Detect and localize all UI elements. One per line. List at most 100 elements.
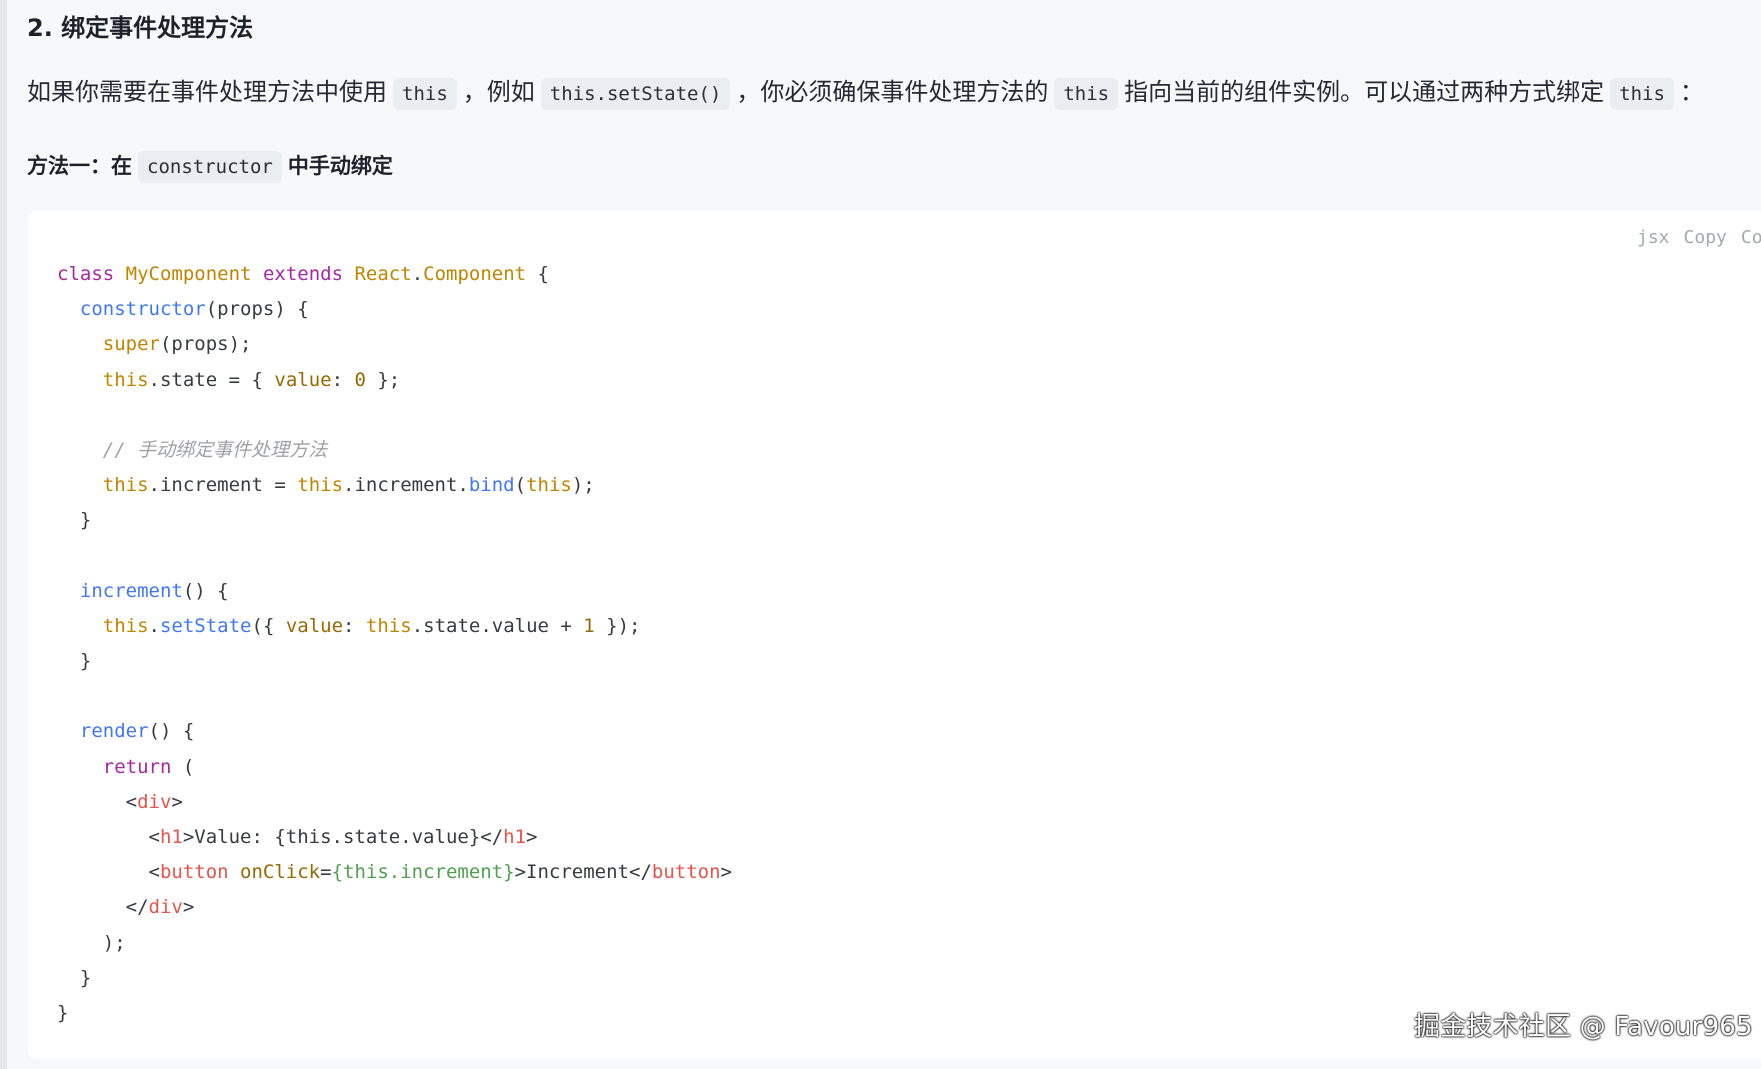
code-toolbar: jsx Copy Co: [1637, 227, 1761, 248]
code-token: this: [365, 614, 412, 637]
code-token: .state = {: [148, 368, 275, 391]
code-token: (: [514, 474, 527, 497]
code-token: () {: [148, 720, 195, 743]
code-line: render() {: [57, 714, 732, 749]
code-token: :: [331, 368, 355, 391]
code-token: }: [57, 1001, 69, 1024]
code-token: :: [343, 614, 366, 637]
code-token: value: [285, 614, 344, 637]
code-token: {: [526, 263, 549, 285]
inline-code-constructor: constructor: [138, 151, 282, 183]
code-token: class: [57, 263, 115, 285]
code-token: h1: [159, 826, 183, 848]
intro-paragraph: 如果你需要在事件处理方法中使用 this ，例如 this.setState() ，你必…: [27, 70, 1761, 116]
code-token: >: [720, 861, 732, 884]
code-token: (: [171, 755, 195, 778]
paragraph-text: ，例如: [462, 78, 535, 106]
code-token: 1: [583, 614, 595, 637]
code-token: setState: [159, 614, 252, 637]
method-heading-suffix: 中手动绑定: [287, 154, 393, 178]
code-token: this: [297, 474, 344, 497]
code-token: this: [102, 474, 149, 497]
code-token: h1: [503, 826, 527, 848]
code-line: <h1>Value: {this.state.value}</h1>: [57, 820, 732, 855]
section-heading: 2. 绑定事件处理方法: [27, 14, 254, 42]
code-token: >: [171, 790, 183, 813]
code-line: }: [57, 644, 732, 679]
code-line: return (: [57, 750, 732, 785]
code-token: // 手动绑定事件处理方法: [102, 438, 328, 461]
code-token: constructor: [79, 298, 206, 321]
code-token: }: [57, 650, 92, 673]
code-token: </: [57, 896, 149, 919]
code-token: <: [57, 790, 138, 813]
inline-code-this: this: [393, 78, 457, 110]
code-token: >Value: {this.state.value}</: [182, 826, 504, 848]
code-line: }: [57, 961, 732, 996]
code-token: (props);: [159, 333, 252, 356]
paragraph-text: ：: [1679, 78, 1704, 106]
inline-code-setstate: this.setState(): [540, 78, 731, 110]
code-token: 0: [354, 368, 366, 391]
code-token: render: [79, 720, 149, 743]
code-token: (props) {: [205, 298, 309, 321]
method-heading-prefix: 方法一：在: [27, 154, 132, 178]
code-token: bind: [468, 474, 515, 497]
code-token: div: [137, 790, 172, 813]
code-line: super(props);: [57, 327, 732, 362]
code-token: });: [594, 614, 641, 637]
code-body: class MyComponent extends React.Componen…: [57, 257, 732, 1031]
code-line: this.increment = this.increment.bind(thi…: [57, 468, 732, 503]
copy-code-button[interactable]: Co: [1741, 227, 1761, 248]
code-line: this.setState({ value: this.state.value …: [57, 609, 732, 644]
code-line: this.state = { value: 0 };: [57, 363, 732, 398]
code-token: }: [57, 509, 92, 532]
code-line: </div>: [57, 890, 732, 925]
inline-code-this: this: [1054, 78, 1119, 110]
code-token: super: [102, 333, 160, 356]
code-token: this: [526, 474, 572, 497]
paragraph-text: 如果你需要在事件处理方法中使用: [27, 78, 387, 106]
code-token: React: [354, 263, 412, 285]
code-token: button: [159, 861, 229, 884]
code-token: >: [182, 896, 195, 919]
code-token: return: [102, 755, 172, 778]
code-block: jsx Copy Co class MyComponent extends Reac…: [28, 211, 1761, 1059]
code-token: div: [148, 896, 183, 919]
code-token: ({: [251, 614, 286, 637]
code-token: );: [57, 931, 126, 954]
code-token: .state.value +: [411, 614, 584, 637]
copy-button[interactable]: Copy: [1684, 227, 1727, 248]
code-line: // 手动绑定事件处理方法: [57, 433, 732, 468]
code-line: }: [57, 503, 732, 538]
article-content: 2. 绑定事件处理方法 如果你需要在事件处理方法中使用 this ，例如 this.s…: [7, 0, 1761, 1069]
left-edge-strip: [0, 0, 7, 1069]
code-token: extends: [262, 263, 344, 285]
code-token: value: [274, 368, 332, 391]
code-token: increment: [79, 579, 183, 602]
code-token: <: [57, 826, 160, 848]
code-token: onClick: [240, 861, 321, 884]
code-line: <div>: [57, 785, 732, 820]
code-token: () {: [182, 579, 229, 602]
code-line: class MyComponent extends React.Componen…: [57, 257, 732, 292]
code-token: .: [148, 614, 160, 637]
code-token: this: [102, 368, 149, 391]
code-token: .: [411, 263, 424, 285]
code-token: MyComponent: [125, 263, 252, 285]
code-token: }: [57, 966, 92, 989]
